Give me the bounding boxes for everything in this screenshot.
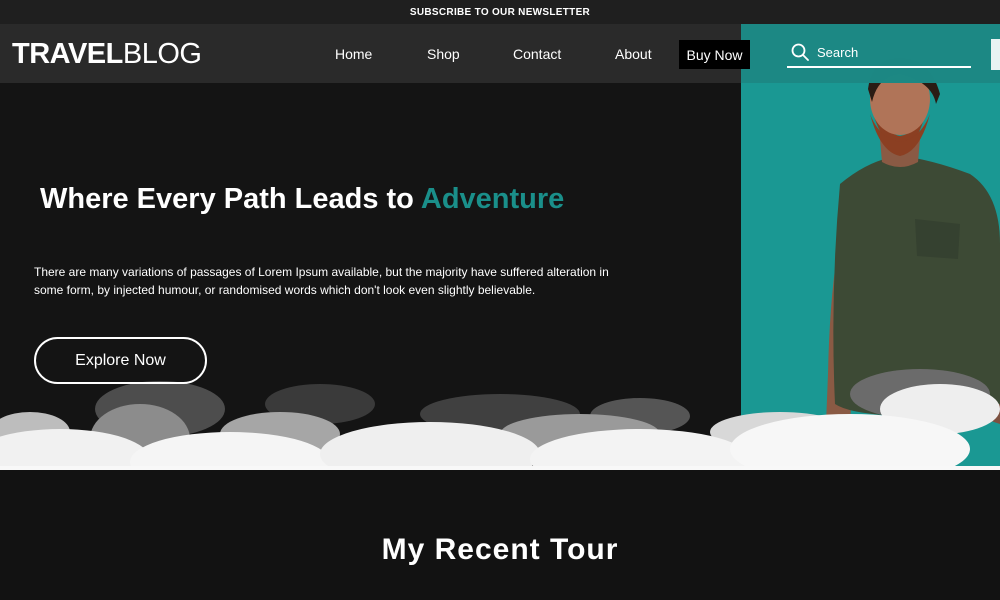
newsletter-label[interactable]: SUBSCRIBE TO OUR NEWSLETTER [410, 7, 590, 18]
hero-description: There are many variations of passages of… [34, 265, 609, 297]
nav-home[interactable]: Home [335, 44, 372, 64]
nav-contact[interactable]: Contact [513, 44, 561, 64]
hero-headline: Where Every Path Leads to Adventure [40, 179, 564, 219]
nav-about[interactable]: About [615, 44, 652, 64]
recent-tour-title: My Recent Tour [381, 533, 619, 566]
logo-light: BLOG [122, 38, 202, 70]
hero-section: Where Every Path Leads to Adventure Ther… [0, 24, 1000, 470]
buy-now-button[interactable]: Buy Now [679, 40, 750, 69]
brand-logo[interactable]: TRAVELBLOG [12, 36, 202, 72]
newsletter-bar[interactable]: SUBSCRIBE TO OUR NEWSLETTER [0, 0, 1000, 24]
headline-accent: Adventure [420, 183, 565, 215]
search-input[interactable] [817, 41, 967, 63]
headline-main: Where Every Path Leads to [40, 183, 421, 215]
logo-bold: TRAVEL [12, 38, 123, 70]
search-icon[interactable] [791, 43, 809, 61]
explore-now-button[interactable]: Explore Now [34, 337, 207, 384]
search-box[interactable] [787, 41, 971, 68]
nav-shop[interactable]: Shop [427, 44, 460, 64]
side-menu-tab[interactable] [991, 39, 1000, 70]
